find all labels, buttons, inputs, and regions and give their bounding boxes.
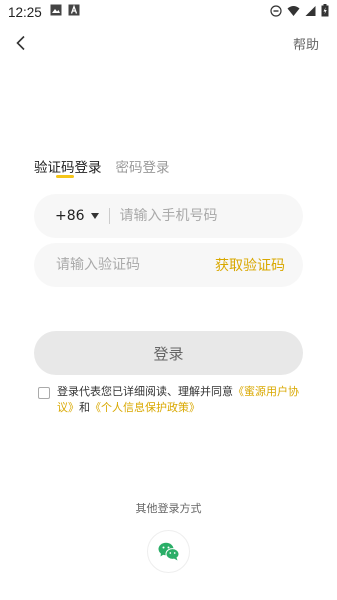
wechat-icon	[158, 542, 179, 561]
agreement-and: 和	[79, 401, 90, 414]
battery-icon	[321, 4, 329, 21]
top-nav: 帮助	[0, 28, 337, 58]
text-notification-icon	[68, 4, 80, 20]
tab-sms-code-login[interactable]: 验证码登录	[34, 156, 102, 176]
agreement-text: 登录代表您已详细阅读、理解并同意《蜜源用户协议》和《个人信息保护政策》	[57, 384, 300, 416]
image-notification-icon	[50, 4, 62, 20]
country-code-select[interactable]: +86	[34, 208, 99, 224]
country-code-value: +86	[55, 208, 85, 224]
wechat-login-button[interactable]	[147, 530, 190, 573]
dnd-icon	[270, 4, 282, 21]
field-divider	[108, 208, 110, 224]
get-code-button[interactable]: 获取验证码	[215, 255, 285, 275]
active-tab-indicator	[56, 175, 74, 178]
caret-down-icon	[90, 213, 99, 219]
status-time: 12:25	[8, 4, 42, 20]
other-login-label: 其他登录方式	[135, 502, 202, 515]
wifi-icon	[287, 5, 300, 21]
status-icons	[270, 4, 329, 21]
phone-input[interactable]	[119, 208, 280, 224]
agreement-checkbox[interactable]	[38, 387, 50, 399]
login-button[interactable]: 登录	[34, 331, 303, 375]
status-bar: 12:25	[0, 0, 337, 24]
help-link[interactable]: 帮助	[293, 34, 319, 53]
code-input[interactable]	[56, 257, 206, 273]
agreement: 登录代表您已详细阅读、理解并同意《蜜源用户协议》和《个人信息保护政策》	[38, 384, 300, 416]
tab-password-login[interactable]: 密码登录	[116, 156, 170, 176]
signal-icon	[305, 5, 316, 21]
code-field: 获取验证码	[34, 243, 303, 287]
chevron-left-icon	[16, 35, 25, 51]
back-button[interactable]	[10, 32, 32, 54]
phone-field: +86	[34, 194, 303, 238]
agreement-prefix: 登录代表您已详细阅读、理解并同意	[57, 385, 233, 398]
privacy-policy-link[interactable]: 《个人信息保护政策》	[90, 401, 200, 414]
login-tabs: 验证码登录 密码登录	[34, 156, 170, 178]
